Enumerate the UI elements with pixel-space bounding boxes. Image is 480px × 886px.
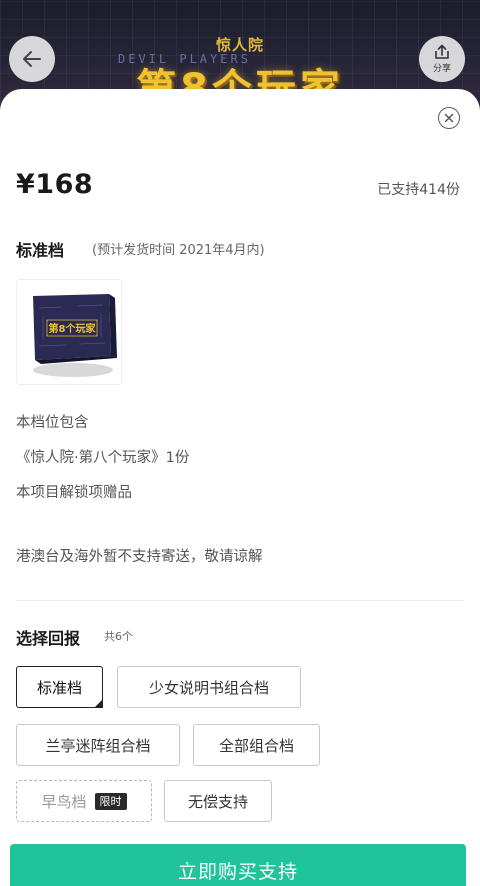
tier-title: 标准档 — [16, 241, 65, 260]
reward-option-lanting[interactable]: 兰亭迷阵组合档 — [16, 724, 180, 766]
reward-option-all[interactable]: 全部组合档 — [193, 724, 320, 766]
product-image: 第8个玩家 — [16, 279, 122, 385]
backers-count: 已支持414份 — [377, 182, 460, 198]
close-icon — [444, 113, 454, 123]
divider — [16, 600, 464, 601]
reward-option-label: 无偿支持 — [187, 792, 248, 811]
reward-option-label: 兰亭迷阵组合档 — [45, 736, 151, 755]
reward-count: 共6个 — [104, 630, 133, 643]
share-button[interactable]: 分享 — [419, 36, 465, 82]
reward-option-free-support[interactable]: 无偿支持 — [164, 780, 272, 822]
product-box-image: 第8个玩家 — [33, 294, 117, 377]
reward-option-standard[interactable]: 标准档 — [16, 666, 103, 708]
share-label: 分享 — [432, 64, 451, 74]
back-arrow-icon — [23, 51, 41, 67]
share-icon — [435, 44, 449, 59]
reward-option-label: 标准档 — [36, 678, 82, 697]
price: ¥168 — [16, 169, 94, 200]
reward-sheet: ¥168 已支持414份 标准档 (预计发货时间 2021年4月内) 第8个玩家… — [0, 89, 480, 886]
ship-time: (预计发货时间 2021年4月内) — [92, 243, 265, 258]
includes-heading: 本档位包含 — [16, 415, 89, 431]
reward-option-girl-manual[interactable]: 少女说明书组合档 — [117, 666, 301, 708]
reward-option-early-bird[interactable]: 早鸟档 限时 — [16, 780, 152, 822]
close-button[interactable] — [438, 107, 460, 129]
back-button[interactable] — [9, 36, 55, 82]
reward-option-label: 早鸟档 — [41, 792, 87, 811]
reward-option-label: 少女说明书组合档 — [148, 678, 269, 697]
shipping-notice: 港澳台及海外暂不支持寄送，敬请谅解 — [16, 549, 263, 565]
includes-item: 《惊人院·第八个玩家》1份 — [16, 450, 190, 466]
limited-badge: 限时 — [94, 792, 127, 810]
product-logo-text: 第8个玩家 — [49, 322, 97, 335]
reward-option-label: 全部组合档 — [218, 736, 294, 755]
reward-selection-page: 惊人院 DEVIL PLAYERS 第8个玩家 分享 ¥168 已支持414份 … — [0, 0, 480, 886]
includes-item: 本项目解锁项赠品 — [16, 485, 132, 501]
choose-reward-title: 选择回报 — [16, 629, 81, 648]
buy-support-button[interactable]: 立即购买支持 — [10, 844, 466, 886]
